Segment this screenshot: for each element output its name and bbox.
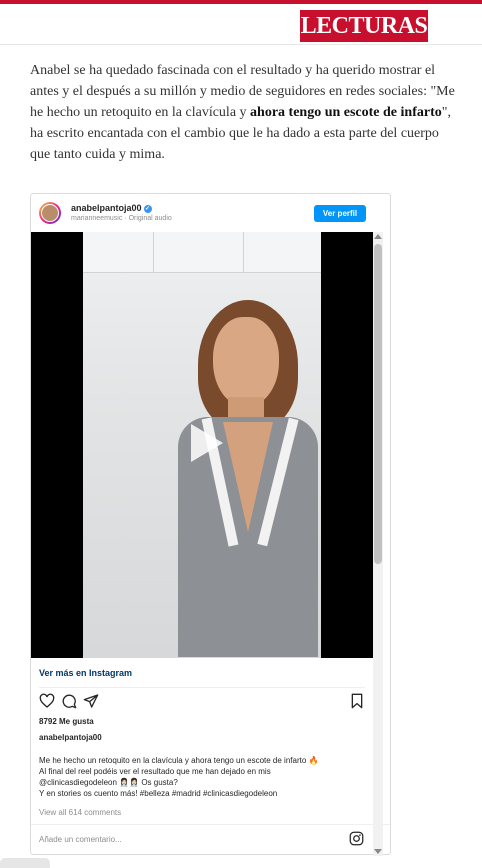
divider (31, 824, 390, 825)
site-header: LECTURAS (0, 4, 482, 45)
avatar-image (41, 204, 59, 222)
ig-username[interactable]: anabelpantoja00 ✓ (71, 203, 152, 213)
verified-icon: ✓ (143, 204, 152, 213)
scroll-thumb[interactable] (374, 244, 382, 564)
bottom-tab[interactable] (0, 858, 50, 868)
share-icon[interactable] (83, 693, 99, 709)
caption-line: Y en stories os cuento más! #belleza #ma… (39, 789, 278, 798)
caption-line: @clinicasdiegodeleon 👩🏻‍⚕️👩🏻‍⚕️ Os gusta… (39, 778, 178, 787)
ig-post-header: anabelpantoja00 ✓ marianneemusic · Origin… (31, 194, 390, 232)
embed-scrollbar[interactable] (373, 232, 383, 856)
site-logo[interactable]: LECTURAS (300, 10, 428, 42)
article-text-bold: ahora tengo un escote de infarto (250, 105, 442, 120)
article-paragraph: Anabel se ha quedado fascinada con el re… (30, 60, 460, 165)
divider (39, 687, 365, 688)
view-all-comments-link[interactable]: View all 614 comments (39, 808, 121, 817)
scroll-up-icon[interactable] (374, 234, 382, 239)
ceiling-line (243, 232, 244, 272)
video-person-face (213, 317, 279, 407)
caption-line: Al final del reel podéis ver el resultad… (39, 767, 271, 776)
likes-count[interactable]: 8792 Me gusta (39, 717, 94, 726)
heart-icon[interactable] (39, 693, 55, 709)
post-caption: Me he hecho un retoquito en la clavícula… (39, 755, 369, 799)
ig-audio-label[interactable]: marianneemusic · Original audio (71, 215, 172, 222)
instagram-icon[interactable] (349, 831, 364, 846)
ceiling-line (153, 232, 154, 272)
view-on-instagram-link[interactable]: Ver más en Instagram (39, 668, 132, 678)
post-owner[interactable]: anabelpantoja00 (39, 733, 102, 742)
caption-line: Me he hecho un retoquito en la clavícula… (39, 756, 319, 765)
ig-action-bar (39, 693, 369, 713)
play-icon[interactable] (179, 418, 229, 468)
scroll-down-icon[interactable] (374, 849, 382, 854)
view-profile-button[interactable]: Ver perfil (314, 205, 366, 222)
add-comment-input[interactable]: Añade un comentario... (39, 835, 122, 844)
avatar[interactable] (39, 202, 61, 224)
video-ceiling (83, 232, 321, 273)
ig-username-text: anabelpantoja00 (71, 203, 142, 213)
instagram-embed: anabelpantoja00 ✓ marianneemusic · Origin… (30, 193, 391, 855)
bookmark-icon[interactable] (349, 693, 365, 709)
reel-video[interactable] (31, 232, 373, 658)
comment-icon[interactable] (61, 693, 77, 709)
